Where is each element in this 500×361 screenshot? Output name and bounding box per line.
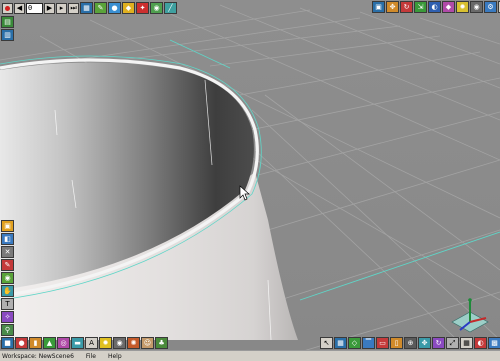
- end-icon[interactable]: ⏭: [68, 2, 79, 14]
- bones-icon[interactable]: ⚲: [1, 324, 14, 336]
- cube-icon[interactable]: ■: [1, 337, 14, 349]
- text-icon[interactable]: T: [1, 298, 14, 310]
- edit-icon[interactable]: ✎: [94, 2, 107, 14]
- top-view-icon[interactable]: ▔: [362, 337, 375, 349]
- sphere-icon[interactable]: ●: [15, 337, 28, 349]
- particle-icon[interactable]: ✺: [127, 337, 140, 349]
- top-side-toolbar: ▤ ▥: [1, 16, 14, 42]
- bottom-right-toolbar: ↖ ▦ ◇ ▔ ▭ ▯ ⊕ ✥ ↻ ⤢ ▦ ◐ ▩: [320, 337, 500, 349]
- light-object-icon[interactable]: ✹: [99, 337, 112, 349]
- shape-icon[interactable]: ✕: [1, 246, 14, 258]
- select-icon[interactable]: ▣: [372, 1, 385, 13]
- material-editor-icon[interactable]: ◆: [442, 1, 455, 13]
- rewind-icon[interactable]: ◀: [14, 2, 25, 14]
- torus-icon[interactable]: ◎: [57, 337, 70, 349]
- top-left-toolbar: ◀ 0 ▶ ▸ ⏭ ▦ ✎ ● ◆ ✦ ◉ ╱: [2, 2, 178, 14]
- pointer-icon[interactable]: ↖: [320, 337, 333, 349]
- front-view-icon[interactable]: ▭: [376, 337, 389, 349]
- workspace-label: Workspace: NewScene6: [2, 352, 74, 360]
- fit-icon[interactable]: ⤢: [446, 337, 459, 349]
- light-editor-icon[interactable]: ✹: [456, 1, 469, 13]
- pan-icon[interactable]: ✥: [418, 337, 431, 349]
- scale-icon[interactable]: ⇲: [414, 1, 427, 13]
- light-icon[interactable]: ✦: [136, 2, 149, 14]
- forward-icon[interactable]: ▸: [56, 2, 67, 14]
- top-right-toolbar: ▣ ✥ ↻ ⇲ ◐ ◆ ✹ ◉ ⚙ ?: [372, 1, 500, 13]
- human-icon[interactable]: ☺: [141, 337, 154, 349]
- cylinder-icon[interactable]: ▮: [29, 337, 42, 349]
- hand-icon[interactable]: ✋: [1, 285, 14, 297]
- rotate-icon[interactable]: ↻: [400, 1, 413, 13]
- menu-file[interactable]: File: [86, 353, 96, 360]
- brush-icon[interactable]: ╱: [164, 2, 177, 14]
- camera-object-icon[interactable]: ◉: [113, 337, 126, 349]
- play-icon[interactable]: ▶: [44, 2, 55, 14]
- camera-icon[interactable]: ◉: [150, 2, 163, 14]
- tree-icon[interactable]: ♣: [155, 337, 168, 349]
- texture-icon[interactable]: ▩: [488, 337, 500, 349]
- plane-icon[interactable]: ▬: [71, 337, 84, 349]
- bottom-left-toolbar: ■ ● ▮ ▲ ◎ ▬ A ✹ ◉ ✺ ☺ ♣: [1, 337, 169, 349]
- orbit-icon[interactable]: ↻: [432, 337, 445, 349]
- shaded-icon[interactable]: ◐: [474, 337, 487, 349]
- settings-icon[interactable]: ⚙: [484, 1, 497, 13]
- status-bar: Workspace: NewScene6 File Help: [0, 350, 500, 361]
- camera-editor-icon[interactable]: ◉: [470, 1, 483, 13]
- scene-icon[interactable]: ▣: [1, 220, 14, 232]
- record-icon[interactable]: [2, 2, 13, 14]
- material-icon[interactable]: ◆: [122, 2, 135, 14]
- view-icon[interactable]: ▥: [1, 29, 14, 41]
- object-icon[interactable]: ◧: [1, 233, 14, 245]
- paint-icon[interactable]: ✎: [1, 259, 14, 271]
- perspective-icon[interactable]: ◇: [348, 337, 361, 349]
- frame-number-field[interactable]: 0: [26, 2, 43, 14]
- 3d-viewport[interactable]: [0, 0, 500, 360]
- eye-icon[interactable]: ◉: [1, 272, 14, 284]
- cone-icon[interactable]: ▲: [43, 337, 56, 349]
- grid-snap-icon[interactable]: ▦: [334, 337, 347, 349]
- render-icon[interactable]: ●: [108, 2, 121, 14]
- grid-icon[interactable]: ▦: [80, 2, 93, 14]
- zoom-icon[interactable]: ⊕: [404, 337, 417, 349]
- menu-help[interactable]: Help: [108, 353, 122, 360]
- left-side-toolbar: ▣ ◧ ✕ ✎ ◉ ✋ T ✧ ⚲ ◍: [1, 220, 14, 350]
- render-view-icon[interactable]: ◐: [428, 1, 441, 13]
- layout-icon[interactable]: ▤: [1, 16, 14, 28]
- text-object-icon[interactable]: A: [85, 337, 98, 349]
- move-icon[interactable]: ✥: [386, 1, 399, 13]
- wireframe-icon[interactable]: ▦: [460, 337, 473, 349]
- right-view-icon[interactable]: ▯: [390, 337, 403, 349]
- effects-icon[interactable]: ✧: [1, 311, 14, 323]
